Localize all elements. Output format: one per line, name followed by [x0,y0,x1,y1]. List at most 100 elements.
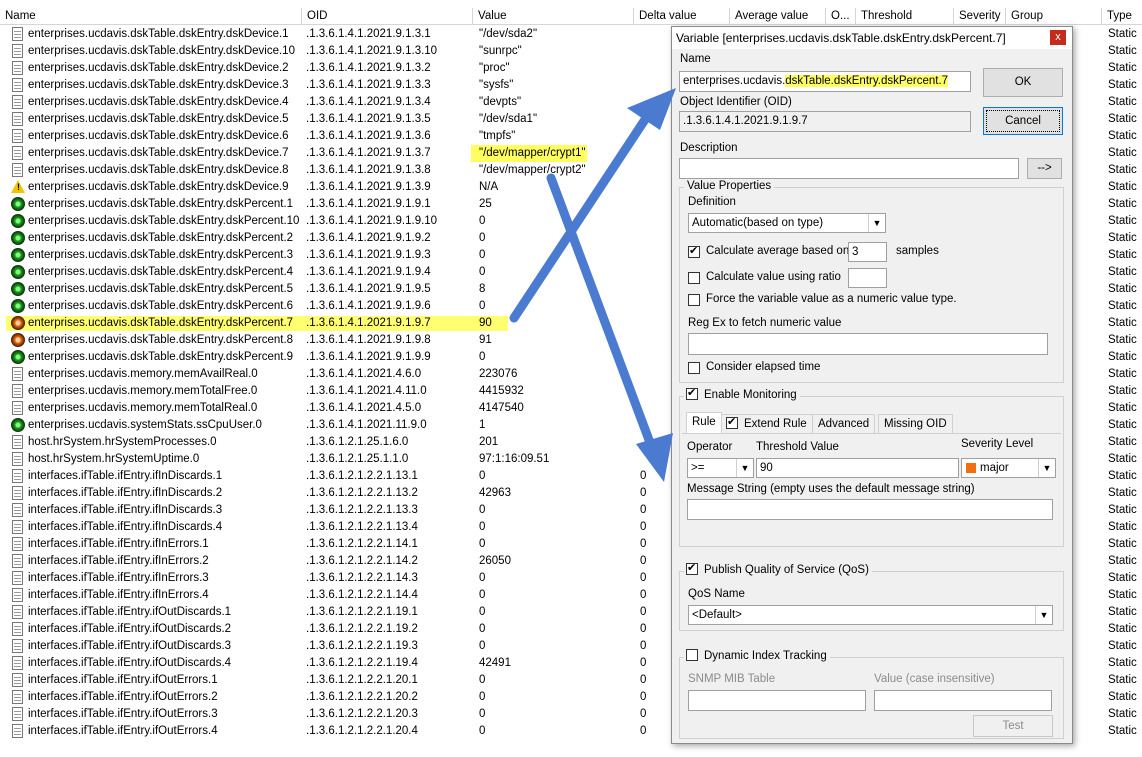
row-value: 0 [479,470,486,482]
row-name: interfaces.ifTable.ifEntry.ifInErrors.2 [28,555,209,567]
description-field[interactable] [679,158,1019,179]
row-name: enterprises.ucdavis.dskTable.dskEntry.ds… [28,147,289,159]
ratio-field[interactable] [848,268,887,288]
column-header-group[interactable]: Group [1006,8,1102,24]
tab-missing-oid[interactable]: Missing OID [878,414,953,433]
row-oid: .1.3.6.1.4.1.2021.9.1.3.10 [306,45,438,57]
enable-monitoring-checkbox[interactable] [686,386,698,400]
column-header-value[interactable]: Value [473,8,634,24]
chevron-down-icon[interactable]: ▼ [1035,606,1052,624]
tab-extend-rule[interactable]: Extend Rule [721,414,813,433]
row-value: 0 [479,351,486,363]
column-header-average[interactable]: Average value [730,8,826,24]
calc-average-checkbox[interactable] [688,244,700,258]
ratio-label: Calculate value using ratio [706,271,841,283]
row-delta: 0 [640,538,647,550]
status-ok-icon [11,214,25,228]
row-oid: .1.3.6.1.2.1.2.2.1.13.1 [306,470,418,482]
column-header-delta[interactable]: Delta value [634,8,730,24]
row-oid: .1.3.6.1.2.1.2.2.1.14.4 [306,589,418,601]
row-delta: 0 [640,623,647,635]
column-header-oid[interactable]: OID [302,8,473,24]
row-value: 0 [479,623,486,635]
description-browse-button[interactable]: --> [1027,158,1062,179]
list-header: Name OID Value Delta value Average value… [0,8,1142,25]
ratio-checkbox[interactable] [688,272,700,284]
test-button[interactable]: Test [973,715,1053,737]
chevron-down-icon[interactable]: ▼ [1038,459,1055,477]
document-icon [12,61,23,75]
row-oid: .1.3.6.1.4.1.2021.4.6.0 [306,368,422,380]
severity-select[interactable]: major ▼ [961,458,1056,478]
elapsed-time-checkbox[interactable] [688,362,700,374]
row-value: 8 [479,283,486,295]
row-type: Static [1108,623,1137,635]
row-delta [640,434,670,451]
document-icon [12,78,23,92]
tab-advanced[interactable]: Advanced [812,414,876,433]
row-name: interfaces.ifTable.ifEntry.ifOutErrors.4 [28,725,218,737]
row-oid: .1.3.6.1.4.1.2021.9.1.9.10 [306,215,438,227]
row-oid: .1.3.6.1.2.1.25.1.6.0 [306,436,409,448]
row-name: enterprises.ucdavis.systemStats.ssCpuUse… [28,419,262,431]
variable-dialog: Variable [enterprises.ucdavis.dskTable.d… [671,26,1073,744]
extend-rule-checkbox[interactable] [726,415,738,429]
row-value: 0 [479,606,486,618]
document-icon [12,401,23,415]
row-type: Static [1108,402,1137,414]
severity-color-swatch [966,463,976,473]
row-name: enterprises.ucdavis.dskTable.dskEntry.ds… [28,181,289,193]
row-oid: .1.3.6.1.4.1.2021.9.1.3.1 [306,28,431,40]
document-icon [12,452,23,466]
row-name: interfaces.ifTable.ifEntry.ifOutDiscards… [28,606,232,618]
row-oid: .1.3.6.1.4.1.2021.9.1.9.8 [306,334,431,346]
row-name: interfaces.ifTable.ifEntry.ifOutDiscards… [28,657,232,669]
force-numeric-checkbox[interactable] [688,294,700,306]
document-icon [12,605,23,619]
dynamic-index-checkbox[interactable] [686,649,698,661]
column-header-severity[interactable]: Severity [954,8,1006,24]
samples-field[interactable]: 3 [848,242,887,262]
row-name: enterprises.ucdavis.dskTable.dskEntry.ds… [28,317,294,329]
oid-field[interactable]: .1.3.6.1.4.1.2021.9.1.9.7 [679,111,971,132]
close-icon[interactable]: x [1050,30,1066,45]
column-header-o[interactable]: O... [826,8,856,24]
row-value: 0 [479,521,486,533]
threshold-field[interactable]: 90 [756,458,959,478]
row-name: enterprises.ucdavis.dskTable.dskEntry.ds… [28,130,289,142]
qos-name-select[interactable]: <Default> ▼ [688,605,1053,625]
chevron-down-icon[interactable]: ▼ [736,459,753,477]
row-name: enterprises.ucdavis.dskTable.dskEntry.ds… [28,215,300,227]
column-header-type[interactable]: Type [1102,8,1142,24]
regex-field[interactable] [688,333,1048,355]
qos-checkbox[interactable] [686,561,698,575]
snmp-mib-table-field[interactable] [688,690,866,711]
definition-select[interactable]: Automatic(based on type) ▼ [688,213,886,233]
column-header-name[interactable]: Name [0,8,302,24]
row-name: enterprises.ucdavis.dskTable.dskEntry.ds… [28,249,294,261]
row-delta: 0 [640,691,647,703]
tab-rule[interactable]: Rule [686,412,722,433]
row-value: 97:1:16:09.51 [479,453,550,465]
row-oid: .1.3.6.1.4.1.2021.9.1.9.7 [306,317,431,329]
cancel-button[interactable]: Cancel [983,107,1063,135]
operator-select[interactable]: >= ▼ [687,458,754,478]
row-value: 0 [479,504,486,516]
row-type: Static [1108,62,1137,74]
row-name: enterprises.ucdavis.dskTable.dskEntry.ds… [28,28,289,40]
value-properties-title: Value Properties [684,180,775,192]
ok-button[interactable]: OK [983,68,1063,97]
row-type: Static [1108,317,1137,329]
chevron-down-icon[interactable]: ▼ [868,214,885,232]
row-name: enterprises.ucdavis.dskTable.dskEntry.ds… [28,351,294,363]
value-case-field[interactable] [874,690,1052,711]
row-type: Static [1108,674,1137,686]
column-header-threshold[interactable]: Threshold [856,8,954,24]
row-name: enterprises.ucdavis.memory.memAvailReal.… [28,368,258,380]
document-icon [12,129,23,143]
row-delta [640,94,670,111]
row-delta [640,179,670,196]
name-field[interactable]: enterprises.ucdavis.dskTable.dskEntry.ds… [679,71,971,92]
message-field[interactable] [687,499,1053,520]
row-oid: .1.3.6.1.2.1.2.2.1.13.4 [306,521,418,533]
